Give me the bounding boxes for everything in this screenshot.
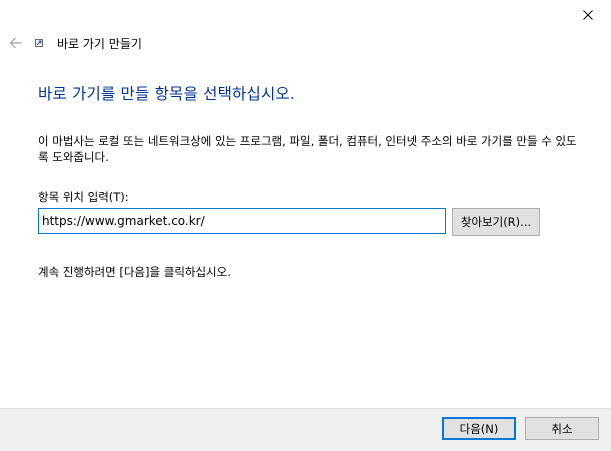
- back-button[interactable]: [6, 33, 26, 53]
- shortcut-icon: [35, 39, 43, 47]
- wizard-header: 바로 가기 만들기: [6, 33, 142, 53]
- location-label: 항목 위치 입력(T):: [38, 190, 129, 204]
- wizard-title: 바로 가기 만들기: [57, 36, 142, 51]
- back-arrow-icon: [9, 37, 22, 49]
- browse-button[interactable]: 찾아보기(R)...: [452, 208, 540, 236]
- wizard-description: 이 마법사는 로컬 또는 네트워크상에 있는 프로그램, 파일, 폴더, 컴퓨터…: [38, 134, 577, 164]
- cancel-button[interactable]: 취소: [525, 417, 599, 440]
- close-icon: [583, 10, 593, 20]
- location-input[interactable]: [38, 208, 446, 234]
- continue-instruction: 계속 진행하려면 [다음]을 클릭하십시오.: [38, 265, 231, 279]
- next-button[interactable]: 다음(N): [442, 417, 516, 440]
- close-button[interactable]: [565, 0, 611, 30]
- main-instruction: 바로 가기를 만들 항목을 선택하십시오.: [38, 85, 295, 103]
- button-bar: [0, 408, 611, 451]
